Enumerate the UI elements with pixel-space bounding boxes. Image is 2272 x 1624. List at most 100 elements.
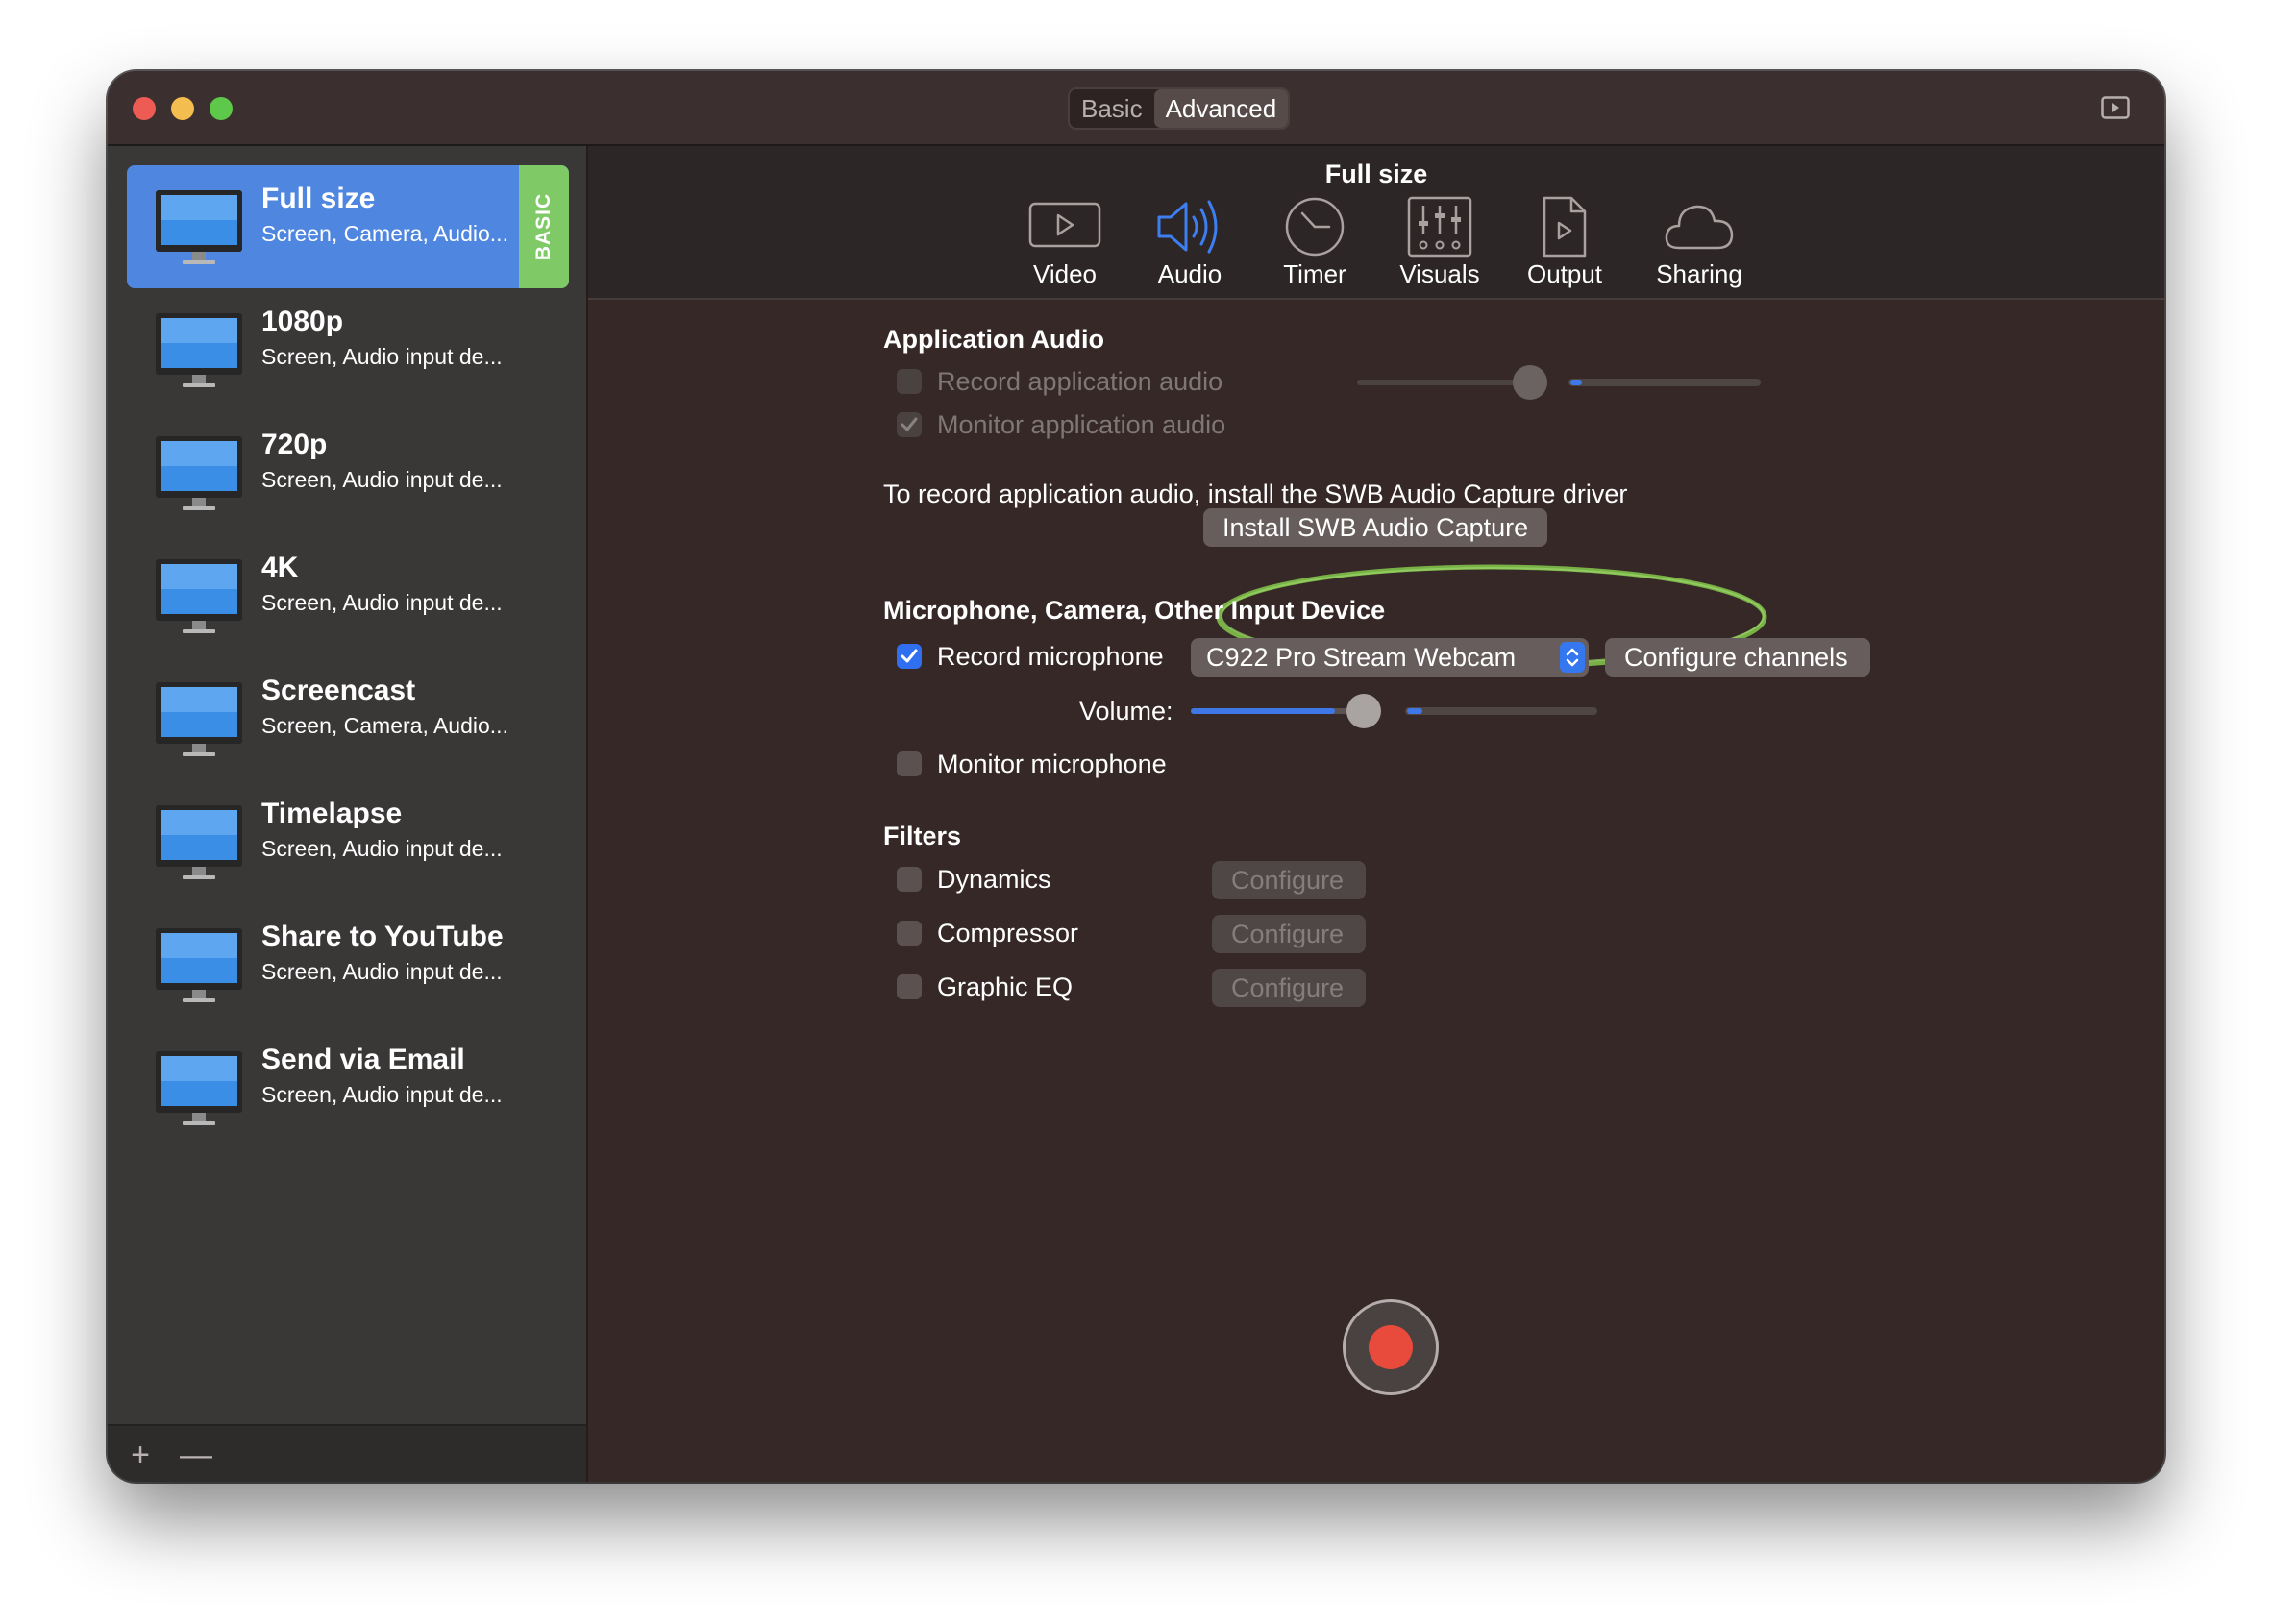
page-title: Full size: [1324, 160, 1428, 188]
preset-name: 4K: [261, 552, 299, 583]
tab-visuals[interactable]: Visuals: [1382, 196, 1497, 296]
monitor-icon: [156, 436, 242, 513]
preset-item-share-to-youtube[interactable]: Share to YouTube Screen, Audio input de.…: [127, 903, 569, 1026]
monitor-application-audio-label: Monitor application audio: [937, 410, 1226, 439]
monitor-microphone-checkbox[interactable]: [897, 751, 922, 776]
basic-badge: BASIC: [519, 165, 569, 288]
record-dot-icon: [1369, 1325, 1413, 1369]
sidebar-footer: + —: [108, 1424, 586, 1482]
minimize-window-button[interactable]: [171, 97, 194, 120]
configure-dynamics-button[interactable]: Configure: [1212, 861, 1366, 899]
preset-item-full-size[interactable]: Full size Screen, Camera, Audio... BASIC: [127, 165, 569, 288]
document-play-icon: [1543, 196, 1587, 258]
preset-description: Screen, Camera, Audio...: [261, 713, 508, 738]
zoom-window-button[interactable]: [210, 97, 233, 120]
close-window-button[interactable]: [133, 97, 156, 120]
tab-output[interactable]: Output: [1507, 196, 1622, 296]
preset-item-4k[interactable]: 4K Screen, Audio input de...: [127, 534, 569, 657]
tab-video[interactable]: Video: [1007, 196, 1123, 296]
monitor-icon: [156, 190, 242, 267]
input-device-heading: Microphone, Camera, Other Input Device: [883, 596, 1386, 625]
dynamics-checkbox[interactable]: [897, 867, 922, 892]
title-bar: Basic Advanced: [108, 71, 2164, 146]
preset-name: 720p: [261, 429, 328, 460]
filters-heading: Filters: [883, 822, 962, 850]
input-device-value: C922 Pro Stream Webcam: [1206, 643, 1517, 672]
preset-item-720p[interactable]: 720p Screen, Audio input de...: [127, 411, 569, 534]
tab-label: Output: [1526, 259, 1603, 288]
microphone-level-meter: [1405, 707, 1597, 715]
preset-item-send-via-email[interactable]: Send via Email Screen, Audio input de...: [127, 1026, 569, 1149]
application-audio-heading: Application Audio: [883, 325, 1104, 354]
slider-knob[interactable]: [1513, 365, 1547, 400]
graphic-eq-label: Graphic EQ: [937, 972, 1074, 1001]
preset-item-screencast[interactable]: Screencast Screen, Camera, Audio...: [127, 657, 569, 780]
mode-basic-tab[interactable]: Basic: [1070, 89, 1154, 128]
monitor-microphone-label: Monitor microphone: [937, 750, 1167, 778]
clock-icon: [1285, 197, 1345, 257]
configure-compressor-button[interactable]: Configure: [1212, 915, 1366, 953]
remove-preset-button[interactable]: —: [177, 1436, 215, 1474]
record-button[interactable]: [1343, 1299, 1439, 1395]
audio-settings: Application Audio Record application aud…: [588, 300, 2164, 1482]
tab-label: Video: [1032, 259, 1098, 288]
configure-channels-button[interactable]: Configure channels: [1605, 638, 1870, 677]
monitor-icon: [156, 559, 242, 636]
tab-timer[interactable]: Timer: [1257, 196, 1372, 296]
monitor-icon: [156, 313, 242, 390]
preset-description: Screen, Audio input de...: [261, 467, 503, 492]
application-audio-volume-slider[interactable]: [1357, 365, 1547, 400]
preset-description: Screen, Audio input de...: [261, 1082, 503, 1107]
add-preset-button[interactable]: +: [121, 1436, 160, 1474]
record-microphone-label: Record microphone: [937, 642, 1164, 671]
record-application-audio-checkbox[interactable]: [897, 369, 922, 394]
application-audio-level-meter: [1568, 379, 1761, 386]
main-pane: Full size Video Audio Timer Visuals Outp…: [588, 146, 2164, 1482]
preset-name: Timelapse: [261, 798, 403, 829]
app-window: Basic Advanced Full size Screen, Camera,…: [108, 71, 2164, 1482]
record-application-audio-label: Record application audio: [937, 367, 1223, 396]
graphic-eq-checkbox[interactable]: [897, 974, 922, 999]
tab-label: Sharing: [1656, 259, 1742, 288]
preset-name: Full size: [261, 183, 376, 214]
monitor-icon: [156, 1051, 242, 1128]
speaker-icon: [1157, 200, 1218, 254]
preset-description: Screen, Audio input de...: [261, 590, 503, 615]
cloud-icon: [1665, 205, 1734, 250]
compressor-label: Compressor: [937, 919, 1079, 947]
monitor-icon: [156, 682, 242, 759]
play-in-window-icon[interactable]: [2101, 96, 2130, 119]
dynamics-label: Dynamics: [937, 865, 1051, 894]
input-device-select[interactable]: C922 Pro Stream Webcam: [1191, 638, 1589, 677]
preset-item-1080p[interactable]: 1080p Screen, Audio input de...: [127, 288, 569, 411]
video-icon: [1028, 202, 1101, 248]
preset-name: 1080p: [261, 306, 344, 337]
mode-advanced-tab[interactable]: Advanced: [1153, 89, 1289, 128]
tab-label: Audio: [1157, 259, 1222, 288]
preset-description: Screen, Audio input de...: [261, 344, 503, 369]
settings-toolbar: Full size Video Audio Timer Visuals Outp…: [588, 146, 2164, 300]
monitor-icon: [156, 928, 242, 1005]
tab-audio[interactable]: Audio: [1132, 196, 1247, 296]
record-microphone-checkbox[interactable]: [897, 644, 922, 669]
preset-description: Screen, Audio input de...: [261, 836, 503, 861]
volume-label: Volume:: [1079, 697, 1173, 726]
preset-item-timelapse[interactable]: Timelapse Screen, Audio input de...: [127, 780, 569, 903]
tab-label: Timer: [1283, 259, 1346, 288]
preset-name: Screencast: [261, 675, 416, 706]
monitor-application-audio-checkbox[interactable]: [897, 412, 922, 437]
preset-description: Screen, Camera, Audio...: [261, 221, 508, 246]
microphone-volume-slider[interactable]: [1191, 694, 1381, 728]
tab-sharing[interactable]: Sharing: [1642, 196, 1757, 296]
basic-badge-label: BASIC: [532, 192, 555, 261]
swb-driver-note: To record application audio, install the…: [883, 480, 1628, 508]
mode-segmented-control: Basic Advanced: [1068, 87, 1291, 130]
preset-name: Send via Email: [261, 1044, 465, 1075]
install-swb-audio-capture-button[interactable]: Install SWB Audio Capture: [1203, 508, 1547, 547]
chevron-updown-icon: [1560, 642, 1585, 673]
compressor-checkbox[interactable]: [897, 921, 922, 946]
slider-knob[interactable]: [1346, 694, 1381, 728]
configure-graphic-eq-button[interactable]: Configure: [1212, 969, 1366, 1007]
preset-description: Screen, Audio input de...: [261, 959, 503, 984]
tab-label: Visuals: [1399, 259, 1480, 288]
